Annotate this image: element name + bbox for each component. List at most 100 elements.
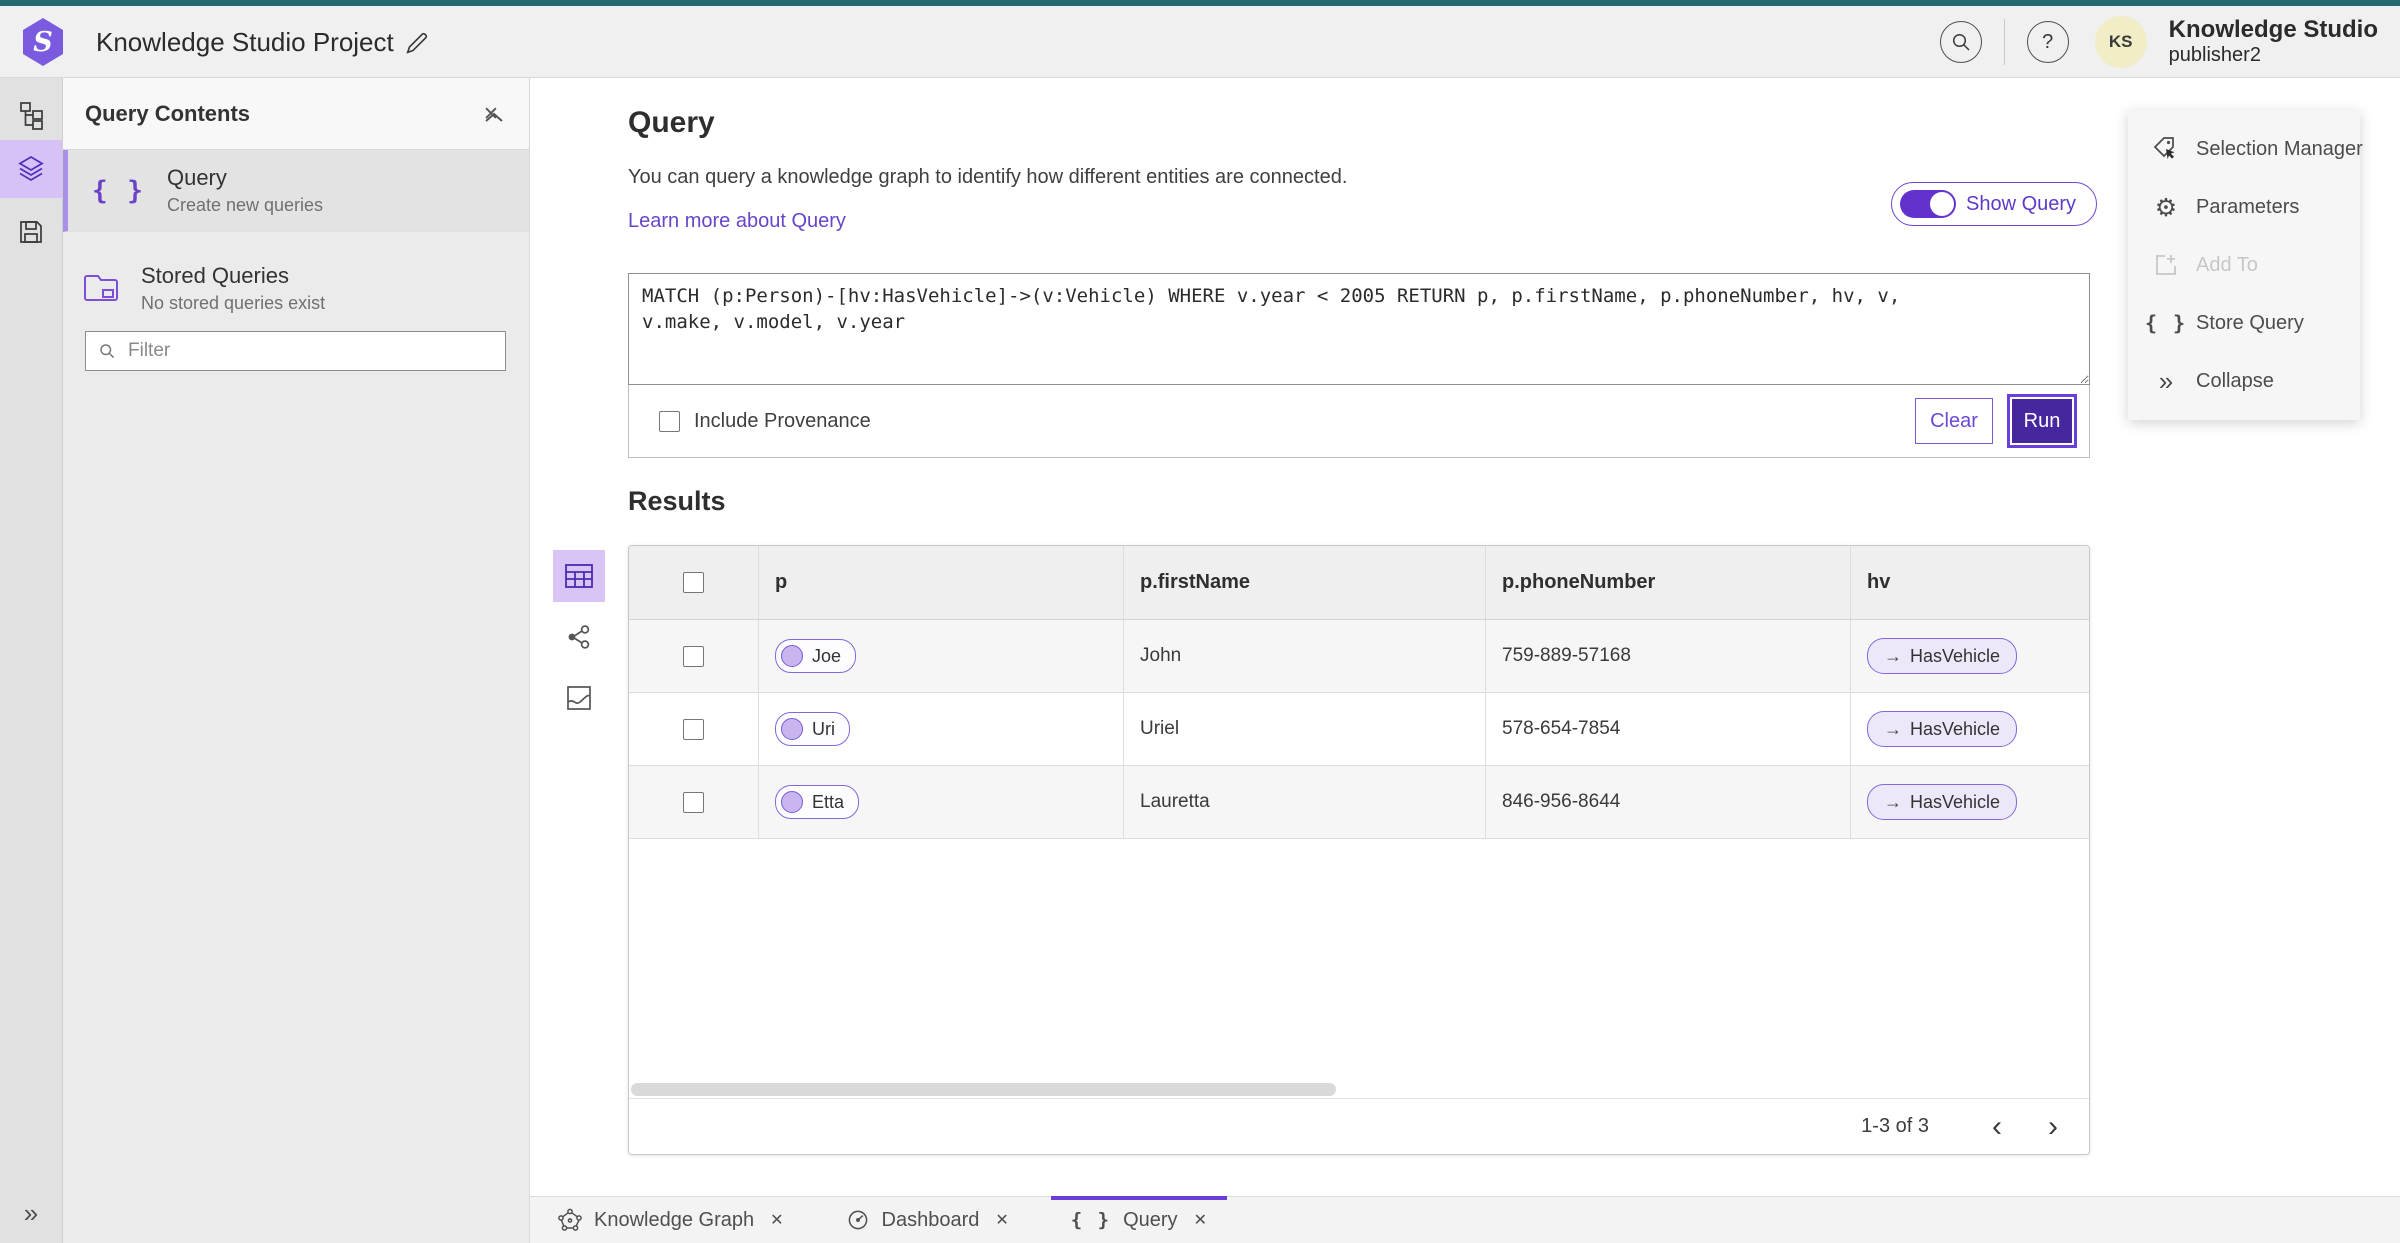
entity-chip-label: Uri	[812, 718, 835, 739]
row-checkbox[interactable]	[683, 791, 704, 813]
floppy-disk-icon	[20, 221, 42, 243]
horizontal-scrollbar	[629, 1082, 2089, 1098]
edge-chip-label: HasVehicle	[1910, 791, 2001, 812]
include-provenance-checkbox[interactable]	[659, 410, 680, 432]
entity-chip-label: Joe	[812, 645, 842, 666]
menu-item-label: Parameters	[2196, 195, 2300, 218]
query-list-item[interactable]: { } Query Create new queries	[63, 150, 529, 232]
table-row: Uri Uriel 578-654-7854 → HasVehicle	[629, 693, 2089, 766]
stored-queries-text: Stored Queries No stored queries exist	[141, 263, 325, 314]
column-header-p[interactable]: p	[759, 546, 1124, 619]
expand-rail-button[interactable]: »	[0, 1189, 62, 1237]
map-view-button[interactable]	[553, 672, 605, 724]
select-all-checkbox[interactable]	[683, 572, 704, 593]
node-icon	[781, 791, 803, 813]
column-header-phonenumber[interactable]: p.phoneNumber	[1486, 546, 1851, 619]
collapse-stored-queries-button[interactable]	[483, 110, 505, 124]
knowledge-studio-app: S Knowledge Studio Project ? KS Knowledg…	[0, 0, 2400, 1243]
braces-icon: { }	[2144, 311, 2188, 335]
table-row: Etta Lauretta 846-956-8644 → HasVehicle	[629, 766, 2089, 839]
row-checkbox[interactable]	[683, 645, 704, 667]
folder-icon	[83, 272, 119, 304]
tab-dashboard[interactable]: Dashboard ✕	[826, 1197, 1029, 1243]
edit-project-title-button[interactable]	[400, 26, 434, 60]
knowledge-graph-icon	[558, 1208, 582, 1232]
column-header-firstname[interactable]: p.firstName	[1124, 546, 1486, 619]
selection-manager-icon	[2150, 135, 2182, 163]
close-tab-icon[interactable]: ✕	[1194, 1210, 1207, 1230]
save-button[interactable]	[0, 203, 62, 261]
query-contents-panel: Query Contents ✕ { } Query Create new qu…	[63, 78, 530, 1243]
cell-phonenumber: 759-889-57168	[1486, 620, 1851, 692]
query-page-title: Query	[628, 106, 715, 139]
tab-label: Query	[1123, 1208, 1178, 1231]
edge-chip[interactable]: → HasVehicle	[1867, 784, 2018, 820]
query-item-text: Query Create new queries	[167, 165, 323, 216]
left-icon-rail: »	[0, 78, 63, 1243]
user-avatar[interactable]: KS	[2094, 16, 2147, 68]
panel-title: Query Contents	[85, 100, 251, 126]
menu-item-selection-manager[interactable]: Selection Manager	[2128, 120, 2363, 178]
layers-button-active[interactable]	[0, 140, 62, 198]
table-view-button[interactable]	[553, 550, 605, 602]
tab-knowledge-graph[interactable]: Knowledge Graph ✕	[538, 1197, 804, 1243]
menu-item-parameters[interactable]: ⚙ Parameters	[2128, 178, 2360, 236]
account-role: publisher2	[2168, 44, 2261, 67]
account-info: Knowledge Studio publisher2	[2168, 16, 2378, 67]
toggle-switch-on[interactable]	[1900, 190, 1956, 218]
run-button[interactable]: Run	[2007, 394, 2077, 448]
learn-more-link[interactable]: Learn more about Query	[628, 210, 846, 233]
previous-page-button[interactable]: ‹	[1975, 1107, 2019, 1147]
help-icon: ?	[2042, 30, 2054, 53]
node-icon	[781, 645, 803, 667]
help-button[interactable]: ?	[2026, 21, 2069, 63]
include-provenance-label: Include Provenance	[694, 409, 871, 432]
arrow-right-icon: →	[1884, 791, 1902, 812]
entity-chip[interactable]: Joe	[775, 639, 857, 673]
gear-icon: ⚙	[2154, 192, 2178, 222]
show-query-toggle[interactable]: Show Query	[1891, 182, 2098, 226]
search-button[interactable]	[1939, 21, 1982, 63]
edge-chip[interactable]: → HasVehicle	[1867, 638, 2018, 674]
node-icon	[781, 718, 803, 740]
filter-input[interactable]	[126, 339, 505, 363]
next-page-button[interactable]: ›	[2031, 1107, 2075, 1147]
edge-chip-label: HasVehicle	[1910, 645, 2001, 666]
column-header-hv[interactable]: hv	[1851, 546, 2089, 619]
menu-item-label: Store Query	[2196, 311, 2304, 334]
results-title: Results	[628, 486, 726, 516]
query-controls-row: Include Provenance Clear Run	[628, 385, 2090, 458]
header-divider	[2003, 19, 2005, 65]
menu-item-label: Collapse	[2196, 369, 2274, 392]
stored-queries-section[interactable]: Stored Queries No stored queries exist	[63, 248, 529, 328]
menu-item-store-query[interactable]: { } Store Query	[2128, 294, 2360, 352]
menu-item-collapse[interactable]: » Collapse	[2128, 352, 2360, 410]
tab-query-active[interactable]: { } Query ✕	[1050, 1196, 1228, 1243]
hierarchy-icon	[20, 102, 43, 130]
edge-chip-label: HasVehicle	[1910, 718, 2001, 739]
edge-chip[interactable]: → HasVehicle	[1867, 711, 2018, 747]
clear-button[interactable]: Clear	[1915, 398, 1993, 444]
layers-icon	[18, 155, 44, 182]
table-header-row: p p.firstName p.phoneNumber hv	[629, 546, 2089, 620]
tab-label: Dashboard	[881, 1208, 980, 1231]
graph-view-button[interactable]	[553, 611, 605, 663]
cell-firstname: John	[1124, 620, 1486, 692]
query-editor-box: MATCH (p:Person)-[hv:HasVehicle]->(v:Veh…	[628, 273, 2090, 385]
stored-queries-label: Stored Queries	[141, 262, 289, 288]
scrollbar-thumb[interactable]	[631, 1083, 1336, 1096]
query-editor[interactable]: MATCH (p:Person)-[hv:HasVehicle]->(v:Veh…	[628, 273, 2090, 385]
entity-chip[interactable]: Etta	[775, 785, 860, 819]
chevron-up-icon	[485, 112, 503, 122]
search-icon	[1952, 33, 1970, 51]
schema-tree-button[interactable]	[0, 86, 62, 144]
entity-chip[interactable]: Uri	[775, 712, 850, 746]
row-checkbox[interactable]	[683, 718, 704, 740]
entity-chip-label: Etta	[812, 791, 845, 812]
menu-item-add-to[interactable]: Add To	[2128, 236, 2360, 294]
close-tab-icon[interactable]: ✕	[995, 1210, 1008, 1230]
chevron-right-icon: ›	[2048, 1109, 2058, 1143]
add-to-icon	[2150, 251, 2182, 279]
close-tab-icon[interactable]: ✕	[770, 1210, 783, 1230]
app-header: S Knowledge Studio Project ? KS Knowledg…	[0, 6, 2400, 78]
